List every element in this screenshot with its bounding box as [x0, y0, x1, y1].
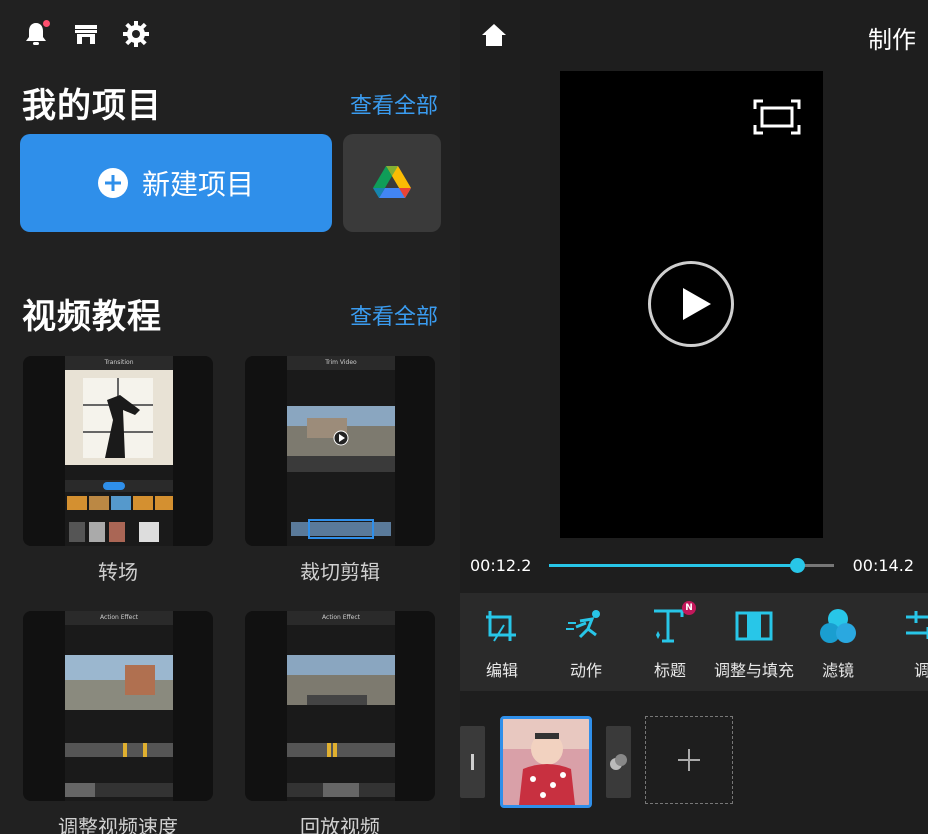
screen-title: Action Effect: [287, 611, 395, 625]
clip-image: [503, 719, 589, 805]
tutorial-thumbnail-speed[interactable]: Action Effect: [23, 611, 213, 801]
tutorials-title: 视频教程: [22, 297, 162, 337]
trim-preview-image: [287, 406, 395, 539]
current-time: 00:12.2: [470, 556, 532, 575]
tool-filter[interactable]: 滤镜: [796, 593, 880, 691]
notification-bell-icon[interactable]: [22, 20, 50, 48]
timeline-start-handle[interactable]: [460, 726, 485, 798]
new-project-button[interactable]: 新建项目: [20, 134, 332, 232]
tutorial-thumbnail-replay[interactable]: Action Effect: [245, 611, 435, 801]
google-drive-icon: [373, 166, 411, 198]
screen-title: Action Effect: [65, 611, 173, 625]
replay-preview-image: [287, 655, 395, 797]
phone-screen: Action Effect: [65, 611, 173, 801]
tutorial-thumbnail-trim[interactable]: Trim Video: [245, 356, 435, 546]
transition-icon: [610, 754, 627, 770]
phone-screen: Trim Video: [287, 356, 395, 546]
projects-see-all-link[interactable]: 查看全部: [350, 88, 438, 120]
video-clip-thumbnail[interactable]: [500, 716, 592, 808]
speed-preview-image: [65, 655, 173, 797]
new-project-label: 新建项目: [141, 168, 254, 201]
screen-title: Trim Video: [287, 356, 395, 370]
my-projects-title: 我的项目: [22, 86, 162, 126]
add-clip-button[interactable]: [645, 716, 733, 804]
play-button[interactable]: [648, 261, 734, 347]
motion-runner-icon: [566, 610, 600, 639]
tool-motion[interactable]: 动作: [544, 593, 628, 691]
plus-circle-icon: [97, 168, 128, 198]
tool-label: 调整与填充: [713, 661, 794, 680]
tool-edit[interactable]: 编辑: [460, 593, 544, 691]
tutorial-label: 裁切剪辑: [300, 560, 380, 584]
scrubber-progress: [549, 564, 797, 567]
tutorials-see-all-link[interactable]: 查看全部: [350, 299, 438, 331]
clip-timeline: [460, 700, 928, 834]
tutorial-thumbnail-transition[interactable]: Transition: [23, 356, 213, 546]
title-text-icon: N: [650, 601, 696, 645]
tool-label: 调: [913, 661, 928, 680]
editor-panel: 制作 00:12.2 00:14.2 编辑 动作 N 标题 调整与填充 滤镜 调: [460, 0, 928, 834]
transition-button[interactable]: [606, 726, 631, 798]
total-time: 00:14.2: [852, 556, 914, 575]
phone-screen: Action Effect: [287, 611, 395, 801]
google-drive-button[interactable]: [343, 134, 441, 232]
adjust-sliders-icon: [906, 611, 928, 639]
transition-preview-image: [65, 370, 173, 542]
notification-dot: [43, 20, 50, 27]
fullscreen-icon[interactable]: [753, 99, 801, 135]
filter-icon: [820, 609, 856, 643]
phone-screen: Transition: [65, 356, 173, 546]
video-preview[interactable]: [560, 71, 823, 538]
tool-adjust[interactable]: 调: [880, 593, 928, 691]
tutorial-label: 转场: [98, 560, 138, 584]
tool-title[interactable]: N 标题: [628, 593, 712, 691]
tool-label: 动作: [569, 661, 602, 680]
projects-panel: 我的项目 查看全部 新建项目 视频教程 查看全部 Transition 转场 T…: [0, 0, 460, 834]
tutorial-label: 回放视频: [300, 815, 380, 834]
screen-title: Transition: [65, 356, 173, 370]
scrubber-knob[interactable]: [789, 558, 805, 573]
edit-crop-icon: [486, 611, 516, 642]
tool-label: 编辑: [485, 661, 518, 680]
store-icon[interactable]: [72, 20, 100, 48]
tool-adjust-fill[interactable]: 调整与填充: [712, 593, 796, 691]
top-icons: [22, 20, 150, 48]
editing-toolbar: 编辑 动作 N 标题 调整与填充 滤镜 调: [460, 593, 928, 691]
new-badge: N: [682, 601, 696, 615]
playback-scrubber[interactable]: [549, 558, 834, 573]
adjust-fill-icon: [735, 611, 773, 641]
editor-title: 制作: [868, 26, 916, 54]
tool-label: 标题: [653, 661, 686, 680]
tool-label: 滤镜: [821, 661, 854, 680]
settings-gear-icon[interactable]: [122, 20, 150, 48]
tutorial-label: 调整视频速度: [58, 815, 178, 834]
home-icon[interactable]: [480, 22, 508, 48]
